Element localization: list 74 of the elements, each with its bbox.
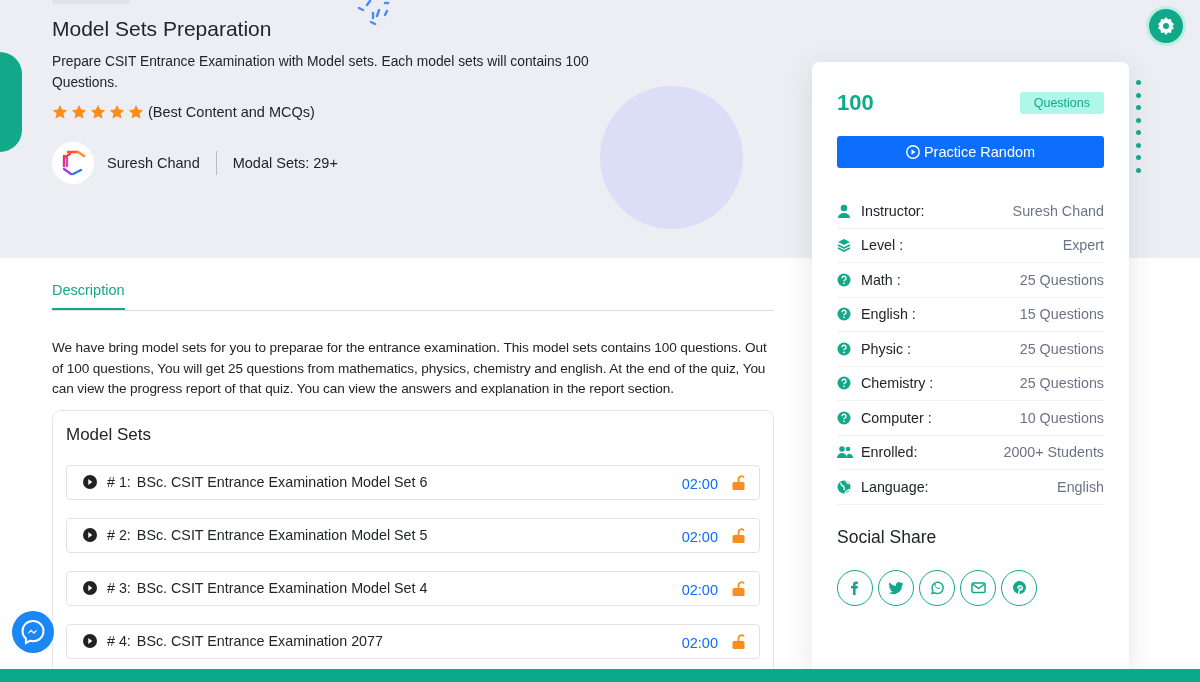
- item-name: BSc. CSIT Entrance Examination Model Set 5: [136, 527, 429, 543]
- detail-label: Enrolled:: [861, 444, 919, 461]
- detail-label: Chemistry :: [861, 375, 935, 392]
- social-share-title: Social Share: [837, 526, 938, 548]
- detail-value: English: [1057, 478, 1104, 495]
- layers-icon: [837, 238, 853, 253]
- item-number: # 2:: [107, 527, 131, 543]
- description-text: We have bring model sets for you to preparae for the entrance examination. This model sets contains 100 questions. Out of 100 questions, You will get 25 questions from mathematics, physics, chemistry and english. At the end of the quiz, You can view the progress report of that quiz. You can view the answers and explanation in the report section.: [52, 339, 768, 398]
- detail-label: Instructor:: [861, 202, 926, 219]
- twitter-share-button[interactable]: [878, 569, 914, 606]
- model-set-item[interactable]: # 3: BSc. CSIT Entrance Examination Model Set 4 02:00: [66, 570, 760, 606]
- rating-note: (Best Content and MCQs): [148, 104, 315, 120]
- star-icon: [128, 104, 144, 120]
- star-icon: [71, 104, 87, 120]
- item-duration: 02:00: [681, 581, 718, 598]
- question-icon: [837, 410, 853, 425]
- item-name: BSc. CSIT Entrance Examination Model Set 6: [136, 474, 429, 490]
- item-duration: 02:00: [681, 634, 718, 651]
- model-sets-count: Modal Sets: 29+: [232, 155, 338, 171]
- item-name: BSc. CSIT Entrance Examination 2077: [136, 633, 384, 649]
- item-number: # 4:: [107, 633, 131, 649]
- people-icon: [837, 445, 853, 460]
- author-name: Suresh Chand: [107, 155, 200, 171]
- model-set-item[interactable]: # 2: BSc. CSIT Entrance Examination Model Set 5 02:00: [66, 517, 760, 553]
- detail-label: Language:: [861, 478, 930, 495]
- play-icon: [83, 634, 97, 648]
- item-name: BSc. CSIT Entrance Examination Model Set 4: [136, 580, 429, 596]
- detail-label: Level :: [861, 237, 905, 254]
- whatsapp-share-button[interactable]: [919, 569, 955, 606]
- detail-value: 25 Questions: [1019, 340, 1104, 357]
- settings-icon: [1156, 16, 1176, 36]
- detail-value: 10 Questions: [1019, 409, 1104, 426]
- item-number: # 3:: [107, 580, 131, 596]
- question-icon: [837, 272, 853, 287]
- play-icon: [905, 145, 920, 159]
- pinterest-share-button[interactable]: [1001, 569, 1037, 606]
- model-set-item[interactable]: # 4: BSc. CSIT Entrance Examination 2077 02:00: [66, 623, 760, 659]
- question-icon: [837, 341, 853, 356]
- star-icon: [109, 104, 125, 120]
- detail-value: Suresh Chand: [1012, 202, 1104, 219]
- detail-value: Expert: [1062, 237, 1104, 254]
- item-duration: 02:00: [681, 528, 718, 545]
- globe-icon: [837, 479, 853, 494]
- chat-bubble-icon: [20, 619, 46, 645]
- settings-button[interactable]: [1149, 9, 1183, 43]
- messenger-button[interactable]: [12, 611, 54, 653]
- detail-label: English :: [861, 306, 917, 323]
- question-icon: [837, 376, 853, 391]
- item-number: # 1:: [107, 474, 131, 490]
- page-title: Model Sets Preparation: [52, 17, 273, 41]
- practice-random-button[interactable]: Practice Random: [837, 136, 1104, 168]
- logo-icon: [60, 149, 86, 177]
- question-icon: [837, 307, 853, 322]
- detail-value: 15 Questions: [1019, 306, 1104, 323]
- detail-label: Math :: [861, 271, 902, 288]
- play-icon: [83, 475, 97, 489]
- email-share-button[interactable]: [960, 569, 996, 606]
- question-count: 100: [837, 90, 874, 116]
- section-title: Model Sets: [66, 424, 153, 445]
- model-set-item[interactable]: # 1: BSc. CSIT Entrance Examination Model Set 6 02:00: [66, 464, 760, 500]
- play-icon: [83, 528, 97, 542]
- detail-value: 25 Questions: [1019, 375, 1104, 392]
- questions-badge: Questions: [1019, 92, 1104, 114]
- detail-label: Physic :: [861, 340, 913, 357]
- detail-value: 25 Questions: [1019, 271, 1104, 288]
- person-icon: [837, 203, 853, 218]
- play-icon: [83, 581, 97, 595]
- page-subtitle: Prepare CSIT Entrance Examination with Model sets. Each model sets will contains 100 Questions.: [52, 53, 590, 92]
- detail-label: Computer :: [861, 409, 933, 426]
- star-icon: [52, 104, 68, 120]
- star-icon: [90, 104, 106, 120]
- detail-value: 2000+ Students: [1003, 444, 1104, 461]
- item-duration: 02:00: [681, 475, 718, 492]
- facebook-share-button[interactable]: [837, 569, 873, 606]
